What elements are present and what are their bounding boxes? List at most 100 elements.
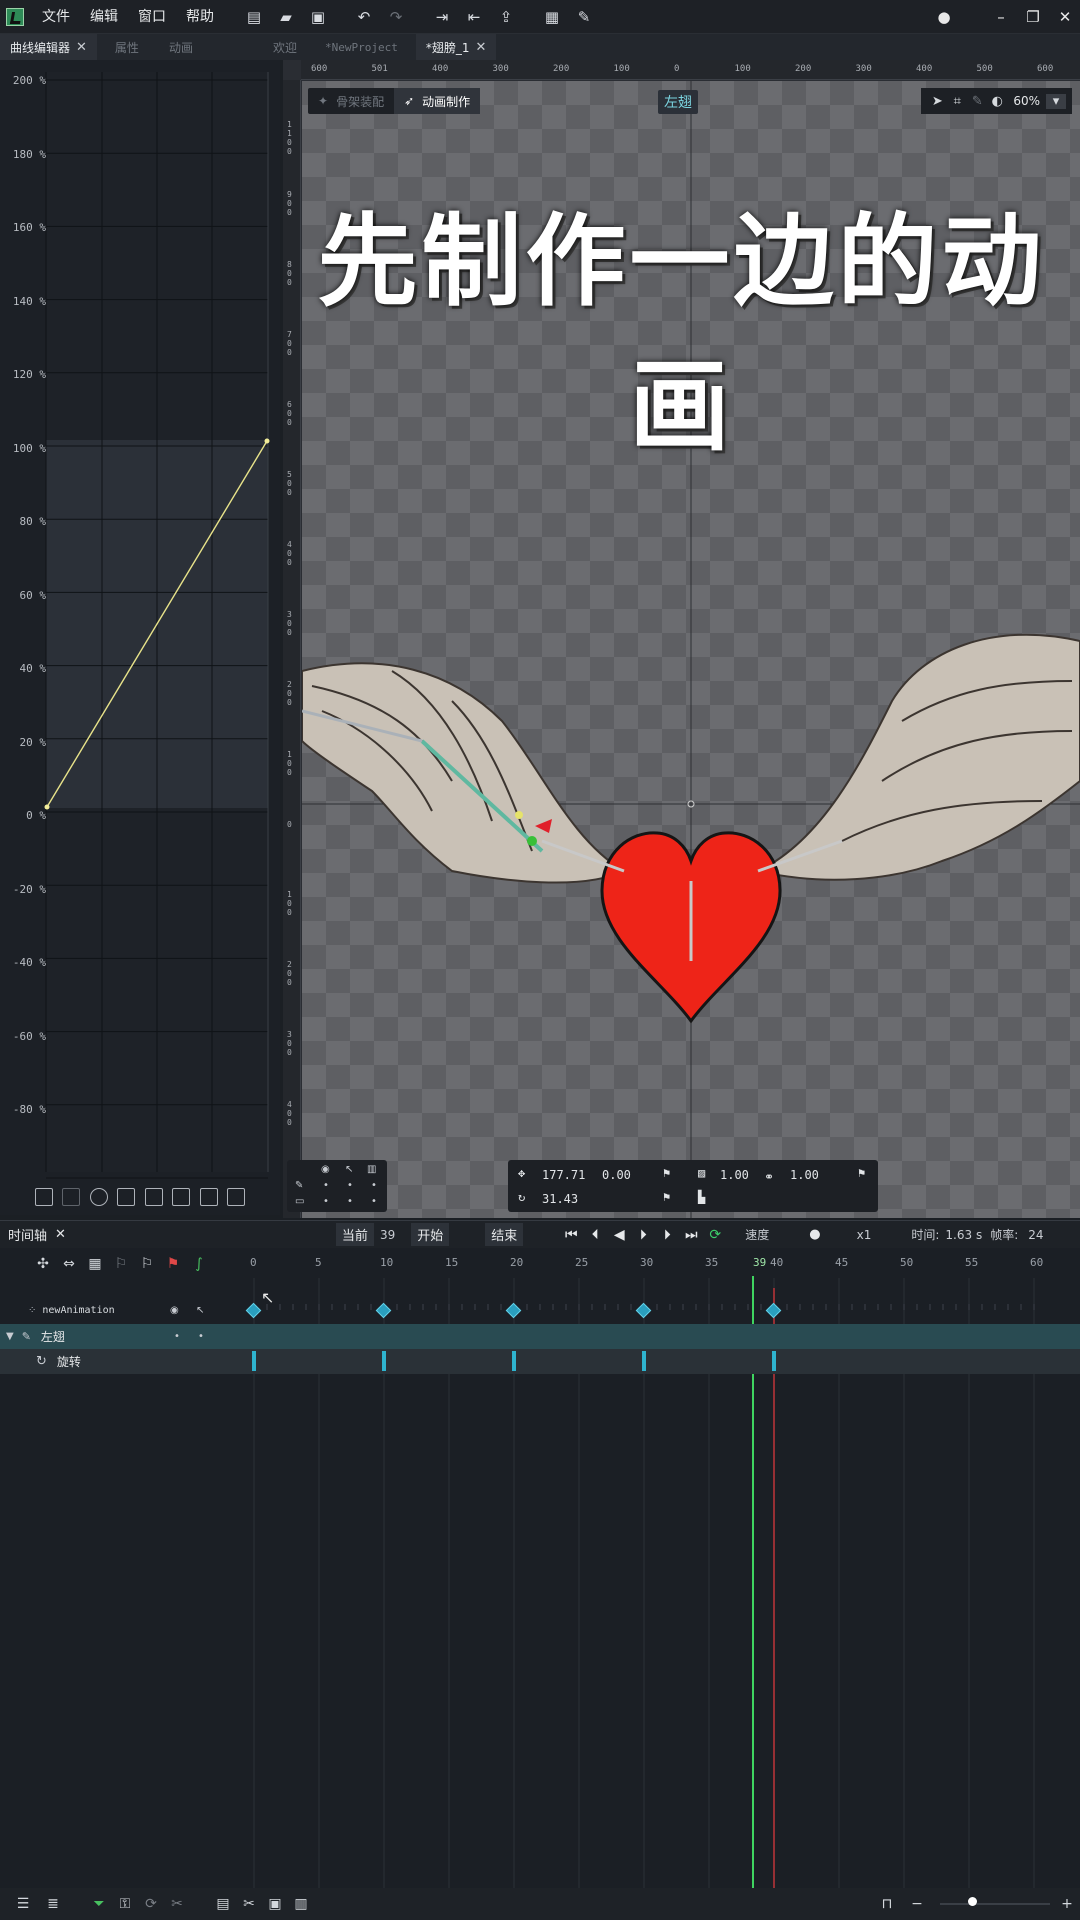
paste-curve-icon[interactable] [62,1188,81,1206]
publish-icon[interactable]: ⇪ [493,4,519,30]
menu-file[interactable]: 文件 [32,0,80,34]
close-icon[interactable]: ✕ [475,40,486,55]
keyframe-marker[interactable] [382,1351,386,1371]
bezier-icon[interactable] [89,1188,108,1206]
skip-start-icon[interactable]: ⏮ [559,1227,583,1243]
scale-x-field[interactable]: 1.00 [720,1168,749,1182]
tab-properties[interactable]: 属性 [105,34,149,60]
current-frame-value[interactable]: 39 [380,1228,395,1242]
zoom-level[interactable]: 60% [1013,94,1040,108]
zoom-out-icon[interactable]: − [904,1896,930,1912]
minimize-icon[interactable]: – [986,0,1016,34]
bone-icon: ✎ [21,1330,31,1343]
collapse-icon[interactable]: ▼ [6,1331,14,1342]
ease-in-icon[interactable] [172,1188,191,1206]
speed-slider[interactable]: ● [809,1227,820,1242]
menu-edit[interactable]: 编辑 [80,0,128,34]
ruler-icon[interactable]: ⊓ [874,1896,900,1912]
keyframe-marker[interactable] [252,1351,256,1371]
list-icon[interactable]: ☰ [10,1896,36,1912]
start-button[interactable]: 开始 [411,1223,450,1246]
bone-track-row[interactable]: ▼ ✎ 左翅 • • [0,1324,1080,1349]
scale-y-field[interactable]: 1.00 [790,1168,819,1182]
pen-icon[interactable]: ✎ [295,1180,303,1191]
step-curve-icon[interactable] [117,1188,136,1206]
image-icon[interactable]: ▭ [295,1196,304,1207]
undo-icon[interactable]: ↶ [351,4,377,30]
rotation-field[interactable]: 31.43 [542,1192,578,1206]
tab-new-project[interactable]: *NewProject [315,34,408,60]
onion-skin-icon[interactable]: ◐ [987,94,1007,109]
new-key-icon[interactable]: ▤ [210,1896,236,1912]
animation-mode-tab[interactable]: ➶ 动画制作 [394,88,481,114]
pointer-icon[interactable]: ➤ [927,94,947,109]
keyframe-flag-icon[interactable]: ⚑ [858,1166,865,1180]
close-window-icon[interactable]: ✕ [1050,0,1080,34]
user-icon[interactable]: ● [929,0,959,34]
cut-icon[interactable]: ✂ [236,1896,262,1912]
dropdown-icon[interactable]: ▾ [1046,93,1066,109]
close-icon[interactable]: ✕ [76,40,87,55]
fps-value[interactable]: 24 [1028,1228,1043,1242]
skip-end-icon[interactable]: ⏭ [679,1227,703,1243]
save-icon[interactable]: ▣ [305,4,331,30]
delete-icon[interactable]: ▥ [288,1896,314,1912]
eye-icon[interactable]: ◉ [321,1164,330,1175]
lock-icon[interactable]: ▥ [367,1164,376,1175]
copy-curve-icon[interactable] [34,1188,53,1206]
loop-icon[interactable]: ⟳ [703,1227,727,1243]
brush-icon[interactable]: ✎ [967,94,987,109]
filter-icon[interactable]: ⏷ [86,1896,112,1912]
close-icon[interactable]: ✕ [55,1227,66,1242]
keyframe-marker[interactable] [642,1351,646,1371]
animation-row[interactable]: ⁘ newAnimation ◉ ↖ [0,1298,1080,1323]
cursor-icon[interactable]: ↖ [196,1305,204,1316]
export-icon[interactable]: ⇤ [461,4,487,30]
paste-key-icon[interactable]: ▣ [262,1896,288,1912]
link-icon[interactable]: ⚭ [764,1170,774,1184]
keyframe-marker[interactable] [512,1351,516,1371]
document-icon[interactable]: ▦ [539,4,565,30]
tool-icon[interactable]: ✂ [164,1896,190,1912]
position-x-field[interactable]: 177.71 [542,1168,585,1182]
zoom-slider[interactable] [940,1903,1050,1905]
ease-in-out-icon[interactable] [227,1188,246,1206]
edit-icon[interactable]: ✎ [571,4,597,30]
step-back-icon[interactable]: ◀ [607,1227,631,1243]
zoom-slider-handle[interactable] [968,1897,977,1906]
zoom-in-icon[interactable]: + [1054,1896,1080,1912]
position-y-field[interactable]: 0.00 [602,1168,631,1182]
property-track-row[interactable]: ↻ 旋转 [0,1349,1080,1374]
tab-animation[interactable]: 动画 [159,34,203,60]
next-frame-icon[interactable]: ⏵ [655,1227,679,1243]
mouse-cursor-icon: ↖ [261,1288,275,1307]
lock-icon[interactable]: ⚿ [112,1896,138,1912]
end-button[interactable]: 结束 [485,1223,524,1246]
rigging-mode-tab[interactable]: ✦ 骨架装配 [308,88,394,114]
play-icon[interactable]: ⏵ [631,1227,655,1243]
eye-icon[interactable]: ◉ [170,1305,179,1316]
redo-icon[interactable]: ↷ [383,4,409,30]
restore-icon[interactable]: ❐ [1018,0,1048,34]
fit-view-icon[interactable]: ⌗ [947,94,967,109]
ease-out-icon[interactable] [199,1188,218,1206]
keyframe-flag-icon[interactable]: ⚑ [663,1166,670,1180]
tab-timeline[interactable]: 时间轴 ✕ [0,1225,74,1244]
prev-frame-icon[interactable]: ⏴ [583,1227,607,1243]
tree-icon[interactable]: ≣ [40,1896,66,1912]
scene-viewport[interactable]: 600 501 400 300 200 100 0 100 200 300 400 500 600 11… [283,60,1080,1218]
tab-welcome[interactable]: 欢迎 [263,34,307,60]
refresh-icon[interactable]: ⟳ [138,1896,164,1912]
linear-curve-icon[interactable] [144,1188,163,1206]
menu-window[interactable]: 窗口 [128,0,176,34]
keyframe-marker[interactable] [772,1351,776,1371]
cursor-icon[interactable]: ↖ [345,1164,353,1175]
keyframe-flag-icon[interactable]: ⚑ [663,1190,670,1204]
import-icon[interactable]: ⇥ [429,4,455,30]
tab-wing[interactable]: *翅膀_1 ✕ [415,34,497,60]
new-project-icon[interactable]: ▤ [241,4,267,30]
menu-help[interactable]: 帮助 [176,0,224,34]
app-logo-icon [6,7,24,26]
open-folder-icon[interactable]: ▰ [273,4,299,30]
tab-curve-editor[interactable]: 曲线编辑器 ✕ [0,34,97,60]
